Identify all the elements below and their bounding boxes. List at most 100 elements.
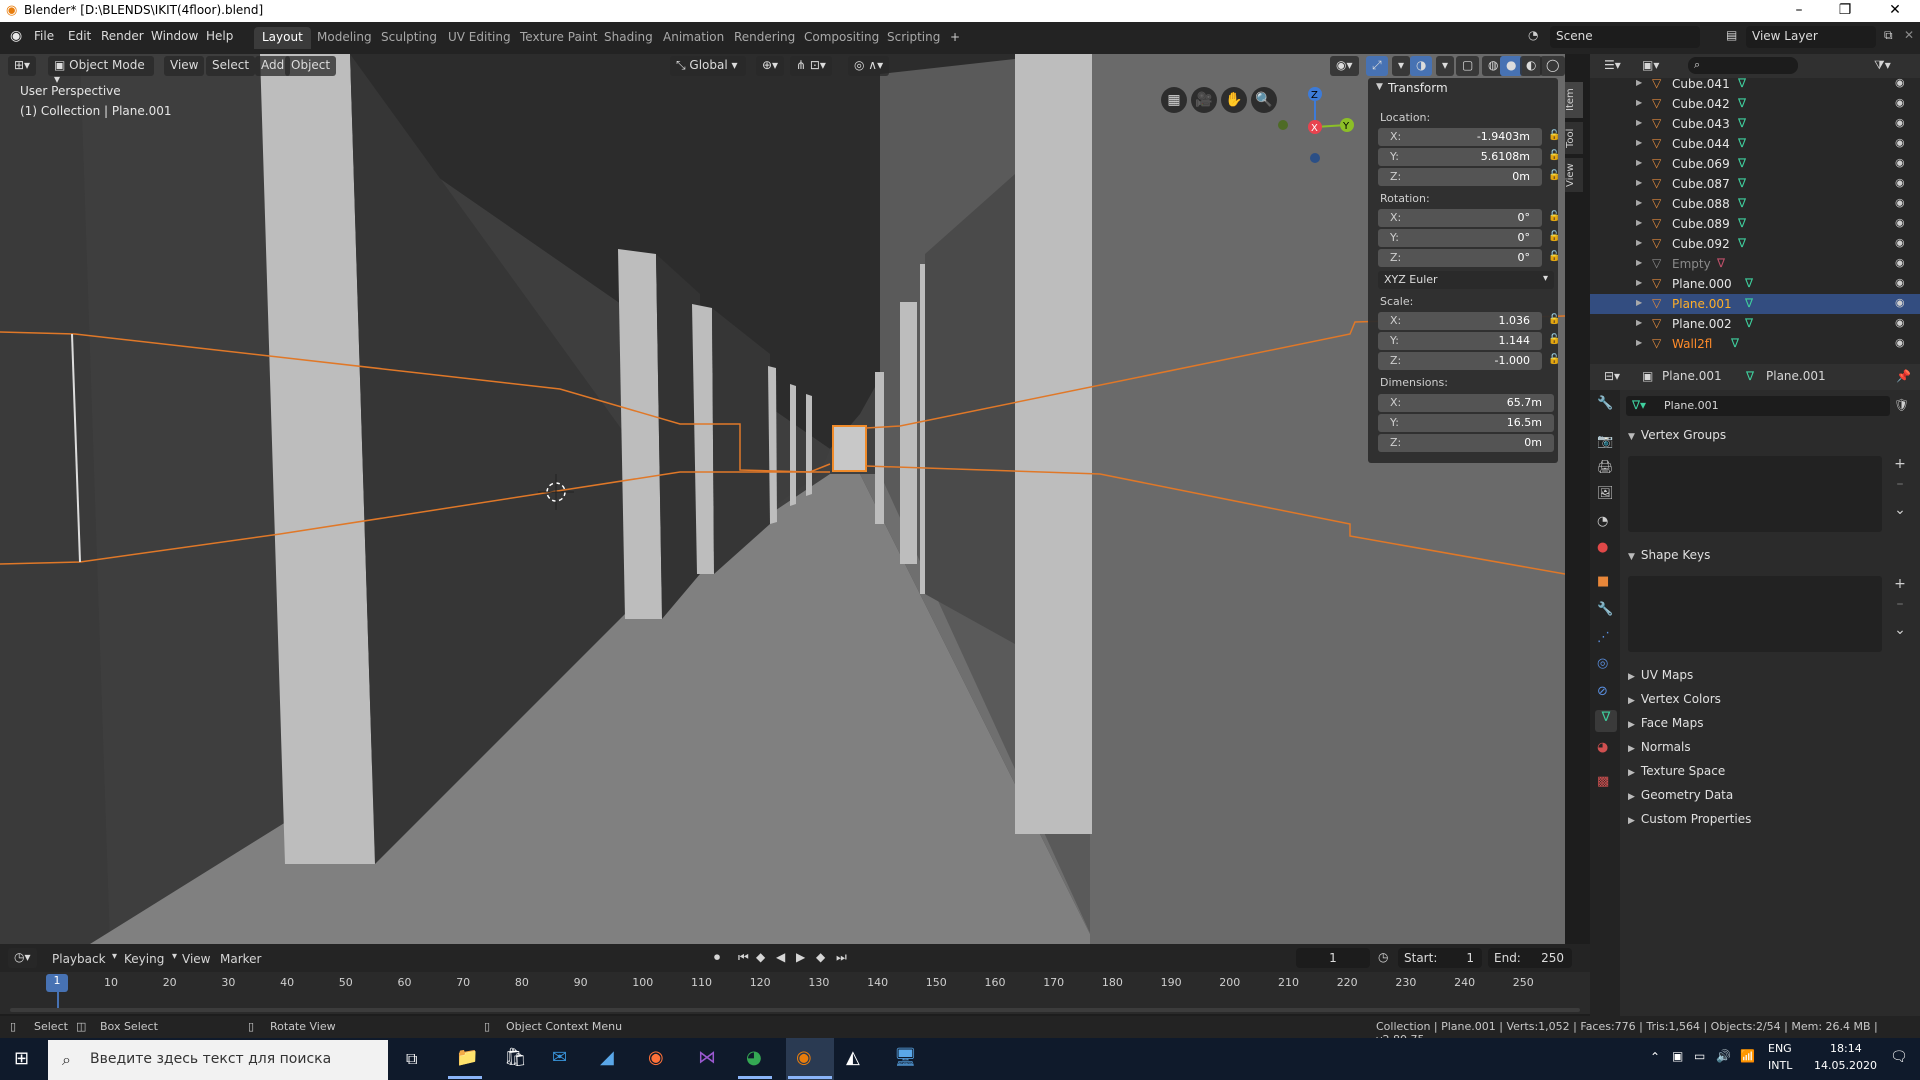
mesh-data-tab-icon[interactable]: ∇: [1595, 710, 1617, 732]
tab-rendering[interactable]: Rendering: [726, 27, 803, 49]
tab-item[interactable]: Item: [1565, 82, 1583, 118]
input-language[interactable]: ENG: [1768, 1042, 1792, 1055]
collapse-arrow-icon[interactable]: ▼: [1376, 82, 1383, 92]
outliner-row[interactable]: ▶ ▽ Cube.041 ∇ ◉: [1590, 74, 1920, 94]
lock-icon[interactable]: 🔓: [1548, 231, 1560, 242]
remote-desktop-icon[interactable]: 🖥: [894, 1047, 917, 1068]
expand-arrow-icon[interactable]: ▶: [1636, 118, 1642, 127]
tray-chevron-icon[interactable]: ⌃: [1650, 1050, 1660, 1064]
panel-face-maps[interactable]: ▶ Face Maps: [1628, 716, 1914, 738]
mesh-data-icon[interactable]: ∇: [1738, 136, 1746, 150]
menu-help[interactable]: Help: [206, 29, 233, 43]
outliner-row[interactable]: ▶ ▽ Cube.042 ∇ ◉: [1590, 94, 1920, 114]
menu-file[interactable]: File: [34, 29, 54, 43]
texture-tab-icon[interactable]: ▩: [1597, 774, 1609, 789]
outliner-row[interactable]: ▶ ▽ Plane.001 ∇ ◉: [1590, 294, 1920, 314]
remove-shape-key-button[interactable]: –: [1888, 596, 1912, 614]
fake-user-shield-icon[interactable]: 🛡: [1894, 398, 1909, 412]
outliner-search-input[interactable]: ⌕: [1688, 57, 1798, 74]
task-view-icon[interactable]: ⧉: [406, 1049, 417, 1069]
menu-marker[interactable]: Marker: [220, 952, 261, 966]
blender-taskbar-icon[interactable]: ◉: [796, 1047, 812, 1068]
mesh-data-icon[interactable]: ∇: [1738, 116, 1746, 130]
timeline-scrollbar[interactable]: [10, 1008, 1580, 1012]
expand-arrow-icon[interactable]: ▶: [1636, 198, 1642, 207]
rotation-x-field[interactable]: X: 0°: [1378, 209, 1542, 227]
pin-icon[interactable]: 📌: [1896, 369, 1911, 383]
store-icon[interactable]: 🛍: [504, 1047, 527, 1068]
shading-rendered-icon[interactable]: ◯: [1540, 56, 1566, 76]
visibility-eye-icon[interactable]: ◉: [1895, 136, 1905, 149]
start-frame-field[interactable]: Start: 1: [1398, 948, 1482, 968]
expand-arrow-icon[interactable]: ▶: [1636, 138, 1642, 147]
mesh-data-icon[interactable]: ∇: [1738, 196, 1746, 210]
expand-arrow-icon[interactable]: ▶: [1636, 98, 1642, 107]
scene-selector[interactable]: Scene: [1550, 26, 1700, 48]
outliner-row[interactable]: ▶ ▽ Plane.002 ∇ ◉: [1590, 314, 1920, 334]
lock-icon[interactable]: 🔓: [1548, 314, 1560, 325]
chrome-icon[interactable]: ◕: [746, 1047, 762, 1068]
tab-shading[interactable]: Shading: [596, 27, 661, 49]
outliner-row[interactable]: ▶ ▽ Empty ∇ ◉: [1590, 254, 1920, 274]
lock-icon[interactable]: 🔓: [1548, 211, 1560, 222]
file-explorer-icon[interactable]: 📁: [456, 1047, 478, 1068]
outliner-item-name[interactable]: Plane.001: [1672, 297, 1732, 311]
close-button[interactable]: ✕: [1872, 2, 1918, 18]
mesh-data-icon[interactable]: ∇: [1738, 216, 1746, 230]
outliner-item-name[interactable]: Cube.069: [1672, 157, 1730, 171]
menu-edit[interactable]: Edit: [68, 29, 91, 43]
visibility-eye-icon[interactable]: ◉: [1895, 236, 1905, 249]
object-tab-icon[interactable]: ■: [1597, 574, 1609, 589]
rotation-mode-dropdown[interactable]: XYZ Euler ▾: [1378, 271, 1554, 289]
playhead[interactable]: 1: [46, 974, 68, 992]
outliner-item-name[interactable]: Cube.044: [1672, 137, 1730, 151]
vertex-groups-list[interactable]: [1628, 456, 1882, 532]
scale-z-field[interactable]: Z: -1.000: [1378, 352, 1542, 370]
filter-icon[interactable]: ⧩▾: [1874, 58, 1891, 73]
menu-select[interactable]: Select: [206, 56, 256, 76]
rotation-y-field[interactable]: Y: 0°: [1378, 229, 1542, 247]
outliner-row[interactable]: ▶ ▽ Plane.000 ∇ ◉: [1590, 274, 1920, 294]
expand-arrow-icon[interactable]: ▶: [1636, 298, 1642, 307]
minimize-button[interactable]: –: [1776, 2, 1822, 18]
tab-tool[interactable]: Tool: [1565, 122, 1583, 154]
outliner-item-name[interactable]: Cube.043: [1672, 117, 1730, 131]
mesh-data-icon[interactable]: ∇: [1738, 236, 1746, 250]
tool-tab-icon[interactable]: 🔧: [1597, 396, 1613, 411]
maximize-button[interactable]: ❐: [1822, 2, 1868, 18]
next-keyframe-icon[interactable]: ◆: [816, 950, 825, 964]
add-workspace-button[interactable]: +: [942, 27, 968, 49]
shape-keys-list[interactable]: [1628, 576, 1882, 652]
tray-app-icon[interactable]: ▣: [1672, 1049, 1683, 1063]
firefox-icon[interactable]: ◉: [648, 1047, 664, 1068]
visibility-eye-icon[interactable]: ◉: [1895, 296, 1905, 309]
editor-type-icon[interactable]: ⊟▾: [1604, 369, 1620, 383]
preview-range-icon[interactable]: ◷: [1378, 950, 1388, 964]
blender-menu-icon[interactable]: ◉: [10, 28, 22, 44]
dimensions-z-field[interactable]: Z: 0m: [1378, 434, 1554, 452]
visibility-eye-icon[interactable]: ◉: [1895, 176, 1905, 189]
outliner-item-name[interactable]: Cube.041: [1672, 77, 1730, 91]
lock-icon[interactable]: 🔓: [1548, 354, 1560, 365]
mesh-data-icon[interactable]: ∇: [1745, 276, 1753, 290]
record-icon[interactable]: ⏺: [714, 950, 720, 965]
outliner-row[interactable]: ▶ ▽ Cube.044 ∇ ◉: [1590, 134, 1920, 154]
visibility-eye-icon[interactable]: ◉: [1895, 76, 1905, 89]
tab-scripting[interactable]: Scripting: [879, 27, 948, 49]
tab-animation[interactable]: Animation: [655, 27, 732, 49]
menu-object[interactable]: Object: [285, 56, 337, 76]
expand-arrow-icon[interactable]: ▶: [1636, 278, 1642, 287]
expand-arrow-icon[interactable]: ▶: [1636, 258, 1642, 267]
tray-volume-icon[interactable]: 🔊: [1716, 1049, 1731, 1063]
outliner-row[interactable]: ▶ ▽ Cube.089 ∇ ◉: [1590, 214, 1920, 234]
navigation-gizmo[interactable]: Z Y X: [1270, 82, 1360, 172]
xray-icon[interactable]: ▢: [1456, 56, 1480, 76]
toggle-grid-icon[interactable]: ▦: [1161, 87, 1187, 113]
prev-keyframe-icon[interactable]: ◆: [756, 950, 765, 964]
current-frame-field[interactable]: 1: [1296, 948, 1370, 968]
mesh-datablock-field[interactable]: ∇▾ Plane.001: [1626, 396, 1890, 416]
constraints-tab-icon[interactable]: ⊘: [1597, 684, 1608, 699]
mail-icon[interactable]: ✉: [552, 1047, 567, 1068]
visibility-eye-icon[interactable]: ◉: [1895, 316, 1905, 329]
play-icon[interactable]: ▶: [796, 950, 805, 964]
